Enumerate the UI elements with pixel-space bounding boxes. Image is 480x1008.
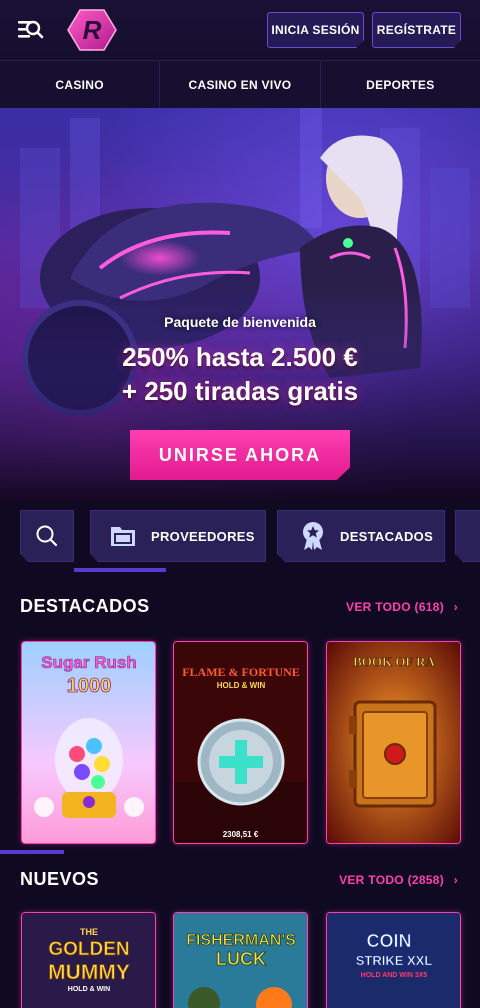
game-tile-flame-fortune[interactable]: FLAME & FORTUNE HOLD & WIN 2308,51 € xyxy=(173,641,308,844)
main-nav: CASINO CASINO EN VIVO DEPORTES xyxy=(0,60,480,108)
banner-title: 250% hasta 2.500 € + 250 tiradas gratis xyxy=(0,340,480,408)
tab-live-casino[interactable]: CASINO EN VIVO xyxy=(160,61,321,108)
register-button[interactable]: REGÍSTRATE xyxy=(372,12,461,48)
join-now-button[interactable]: UNIRSE AHORA xyxy=(130,430,350,480)
svg-text:HOLD AND WIN 3X5: HOLD AND WIN 3X5 xyxy=(361,972,428,979)
site-logo[interactable]: R xyxy=(66,8,118,52)
svg-text:BOOK OF RA: BOOK OF RA xyxy=(353,654,435,669)
category-featured-label: DESTACADOS xyxy=(340,528,434,544)
new-view-all-label: VER TODO (2858) xyxy=(339,873,445,887)
search-icon xyxy=(35,524,59,548)
chevron-right-icon: › xyxy=(453,873,458,887)
category-featured[interactable]: DESTACADOS xyxy=(277,510,445,562)
award-badge-icon xyxy=(300,521,326,551)
svg-text:HOLD & WIN: HOLD & WIN xyxy=(68,986,110,993)
svg-text:HOLD & WIN: HOLD & WIN xyxy=(217,681,266,690)
category-next[interactable] xyxy=(455,510,480,562)
menu-search-icon[interactable] xyxy=(16,18,44,42)
new-view-all-link[interactable]: VER TODO (2858) › xyxy=(339,873,458,887)
folder-icon xyxy=(109,523,137,549)
svg-text:Sugar Rush: Sugar Rush xyxy=(41,653,136,672)
banner-title-line2: + 250 tiradas gratis xyxy=(121,376,359,406)
banner-subtitle: Paquete de bienvenida xyxy=(164,314,316,330)
svg-text:1000: 1000 xyxy=(67,675,112,697)
svg-text:MUMMY: MUMMY xyxy=(48,961,130,984)
tab-sports[interactable]: DEPORTES xyxy=(321,61,480,108)
welcome-banner[interactable]: Paquete de bienvenida 250% hasta 2.500 €… xyxy=(0,108,480,500)
new-section-title: NUEVOS xyxy=(20,869,100,889)
game-tile-book-of-ra[interactable]: BOOK OF RA xyxy=(326,641,461,844)
banner-title-line1: 250% hasta 2.500 € xyxy=(122,342,358,372)
featured-view-all-label: VER TODO (618) xyxy=(346,600,445,614)
svg-text:FISHERMAN'S: FISHERMAN'S xyxy=(186,932,296,949)
svg-text:GOLDEN: GOLDEN xyxy=(48,939,129,960)
featured-view-all-link[interactable]: VER TODO (618) › xyxy=(346,600,458,614)
tab-casino[interactable]: CASINO xyxy=(0,61,161,108)
game-tile-sugar-rush[interactable]: Sugar Rush 1000 xyxy=(21,641,156,844)
svg-text:LUCK: LUCK xyxy=(216,949,266,969)
svg-text:R: R xyxy=(83,15,102,45)
category-providers[interactable]: PROVEEDORES xyxy=(90,510,266,562)
top-header: R INICIA SESIÓN REGÍSTRATE xyxy=(0,0,480,60)
login-button[interactable]: INICIA SESIÓN xyxy=(267,12,364,48)
chevron-right-icon: › xyxy=(453,600,458,614)
jackpot-amount: 2308,51 € xyxy=(222,830,259,839)
category-providers-label: PROVEEDORES xyxy=(151,528,255,544)
game-tile-fishermans-luck[interactable]: FISHERMAN'S LUCK xyxy=(173,912,308,1008)
svg-text:COIN: COIN xyxy=(367,931,412,951)
category-bar: PROVEEDORES DESTACADOS xyxy=(0,500,480,578)
svg-text:FLAME & FORTUNE: FLAME & FORTUNE xyxy=(182,665,300,679)
game-tile-golden-mummy[interactable]: THE GOLDEN MUMMY HOLD & WIN xyxy=(21,912,156,1008)
game-tile-coin-strike[interactable]: COIN STRIKE XXL HOLD AND WIN 3X5 xyxy=(326,912,461,1008)
svg-text:THE: THE xyxy=(80,927,98,937)
category-active-indicator xyxy=(74,568,166,572)
svg-text:STRIKE XXL: STRIKE XXL xyxy=(356,953,433,968)
category-search-button[interactable] xyxy=(20,510,74,562)
featured-section-title: DESTACADOS xyxy=(20,596,150,616)
featured-scroll-indicator xyxy=(0,850,64,854)
